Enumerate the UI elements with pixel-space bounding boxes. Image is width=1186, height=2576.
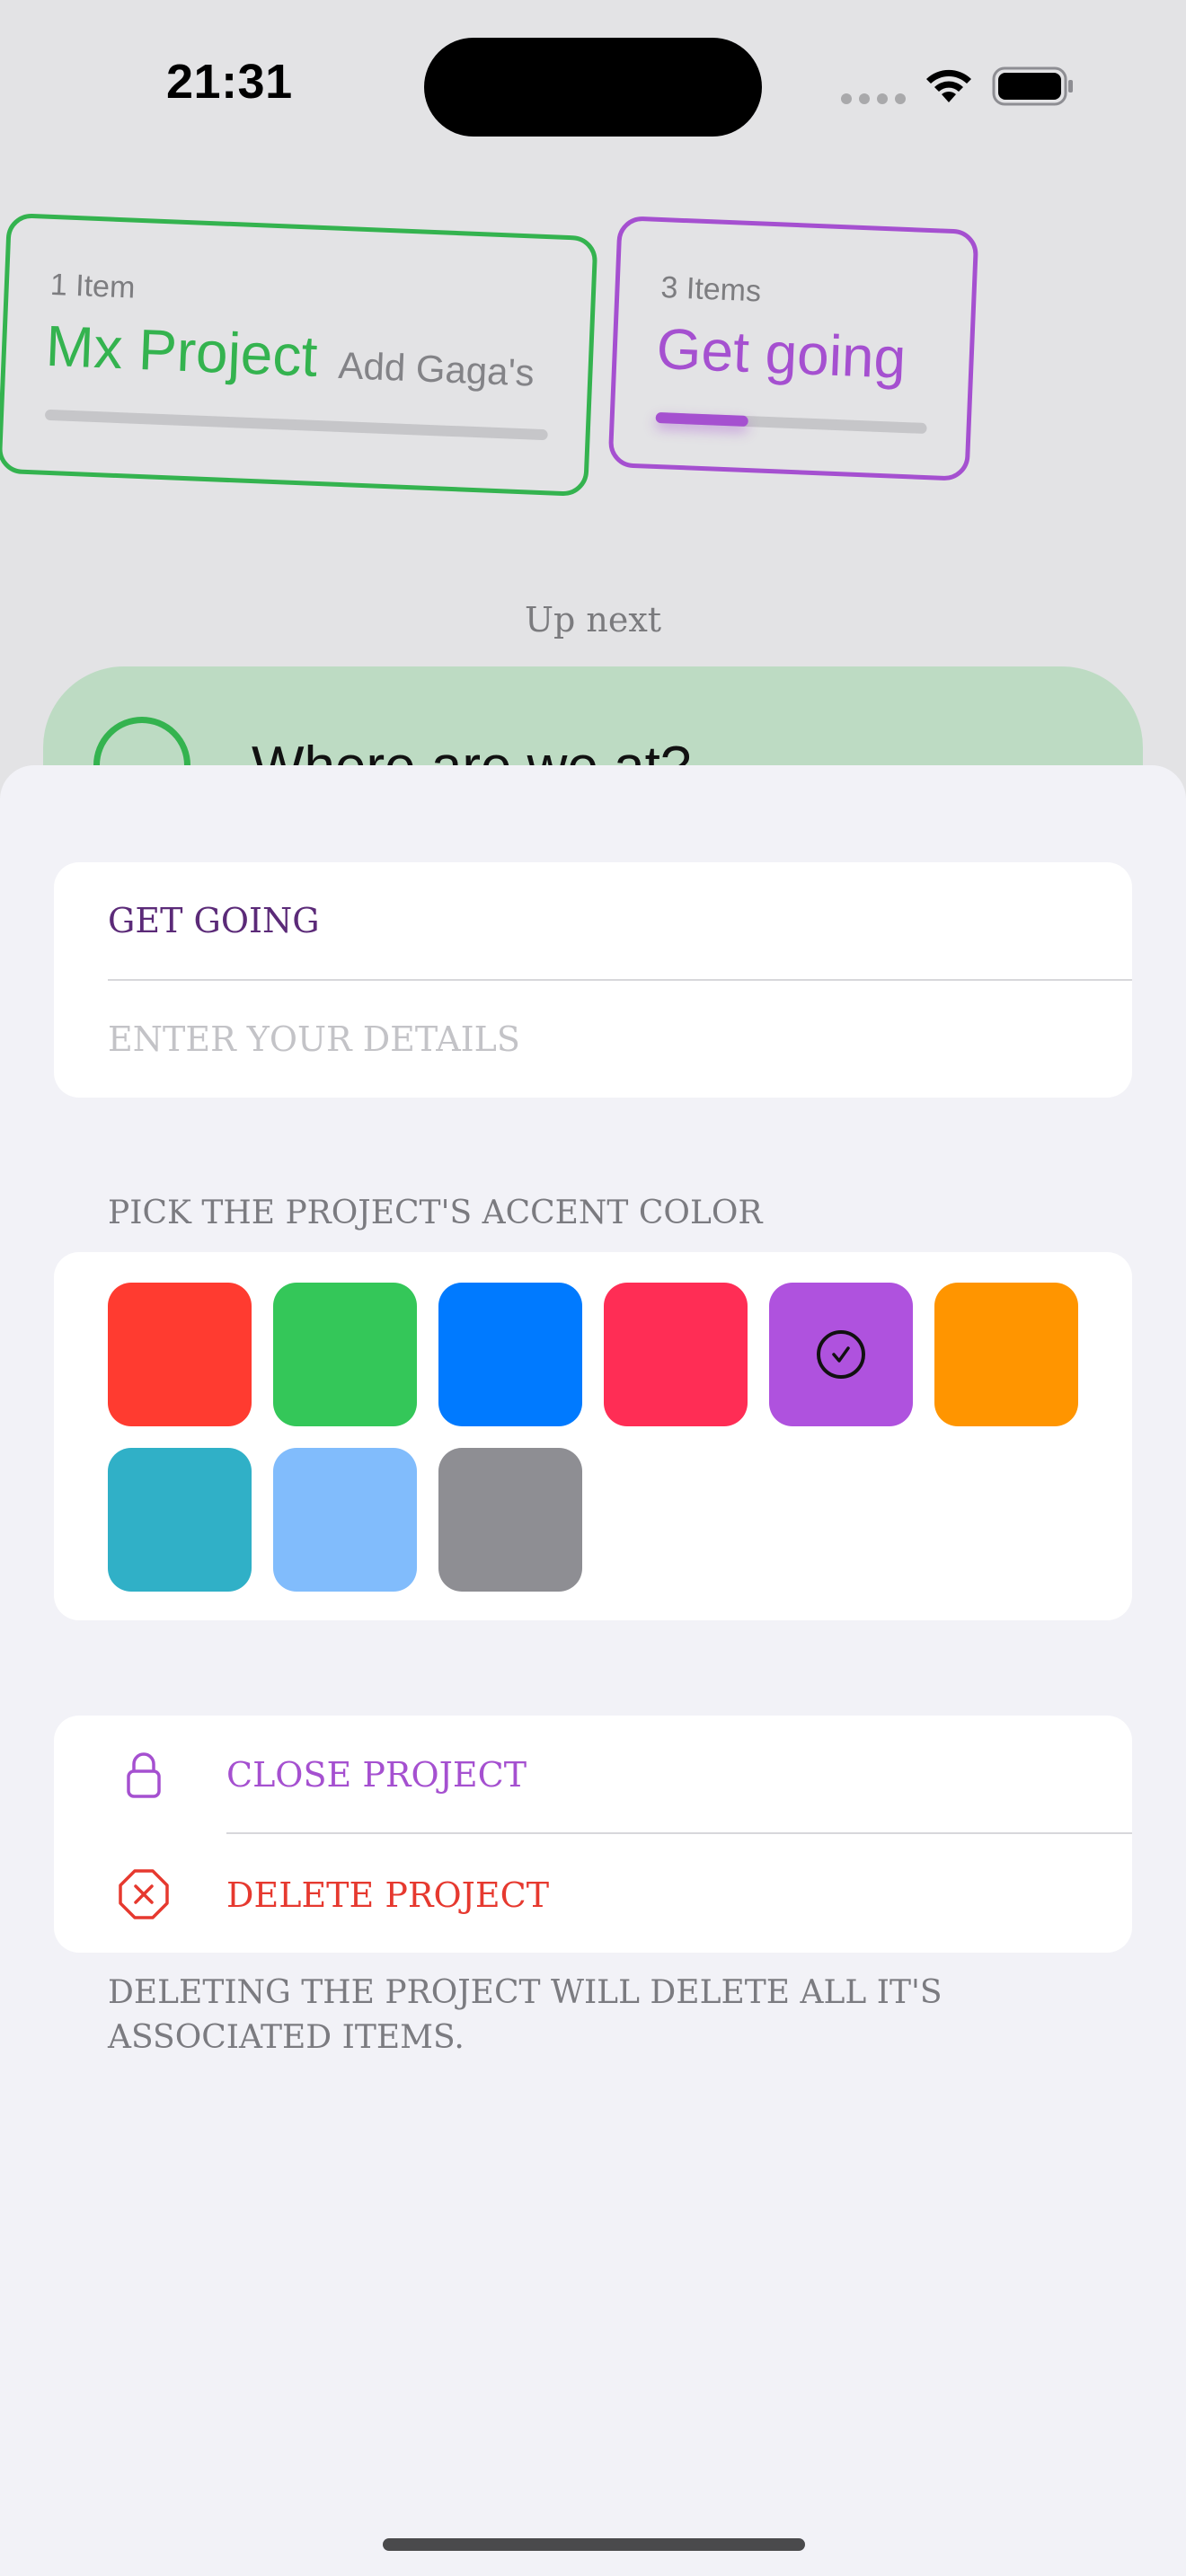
project-actions-group: CLOSE PROJECT DELETE PROJECT [54, 1716, 1132, 1953]
project-progress-track [44, 409, 548, 441]
project-next-item: Add Gaga's [337, 343, 535, 394]
color-swatch-red[interactable] [108, 1283, 252, 1426]
delete-project-label: DELETE PROJECT [226, 1875, 550, 1915]
close-project-button[interactable]: CLOSE PROJECT [54, 1716, 1132, 1832]
project-name: Get going [655, 315, 907, 392]
project-item-count: 1 Item [49, 267, 137, 305]
project-title-field[interactable]: GET GOING [108, 862, 1132, 979]
project-progress-track [655, 411, 927, 435]
color-swatch-gray[interactable] [438, 1448, 582, 1592]
xmark-octagon-icon [119, 1869, 169, 1919]
color-swatch-orange[interactable] [934, 1283, 1078, 1426]
project-card-mx-project[interactable]: 1 Item Mx Project Add Gaga's [0, 212, 598, 498]
checkmark-icon [817, 1330, 865, 1379]
close-project-label: CLOSE PROJECT [226, 1755, 527, 1795]
battery-icon [992, 66, 1073, 106]
project-card-get-going[interactable]: 3 Items Get going [607, 216, 979, 481]
dynamic-island [424, 38, 762, 137]
color-swatch-green[interactable] [273, 1283, 417, 1426]
color-swatch-pink[interactable] [604, 1283, 748, 1426]
home-indicator[interactable] [383, 2538, 805, 2551]
cellular-signal-icon [841, 93, 906, 104]
color-swatch-light-blue[interactable] [273, 1448, 417, 1592]
project-details-field[interactable]: ENTER YOUR DETAILS [108, 981, 1132, 1098]
project-name: Mx Project [44, 313, 319, 389]
edit-project-sheet: GET GOING ENTER YOUR DETAILS PICK THE PR… [0, 765, 1186, 2576]
project-progress-fill [655, 411, 748, 428]
divider [226, 1832, 1132, 1834]
color-swatch-purple[interactable] [769, 1283, 913, 1426]
delete-project-button[interactable]: DELETE PROJECT [54, 1836, 1132, 1953]
color-swatch-blue[interactable] [438, 1283, 582, 1426]
accent-color-picker [54, 1252, 1132, 1620]
wifi-icon [926, 69, 971, 102]
status-time: 21:31 [166, 55, 293, 109]
lock-icon [127, 1752, 161, 1798]
project-item-count: 3 Items [659, 270, 762, 309]
up-next-heading: Up next [524, 600, 662, 640]
delete-warning-note: DELETING THE PROJECT WILL DELETE ALL IT'… [108, 1974, 943, 2056]
project-details-group: GET GOING ENTER YOUR DETAILS [54, 862, 1132, 1098]
projects-screen: 21:31 1 Item Mx Project Add Gaga's 3 Ite… [0, 0, 1186, 882]
accent-color-header: PICK THE PROJECT'S ACCENT COLOR [108, 1195, 763, 1231]
color-swatch-teal[interactable] [108, 1448, 252, 1592]
